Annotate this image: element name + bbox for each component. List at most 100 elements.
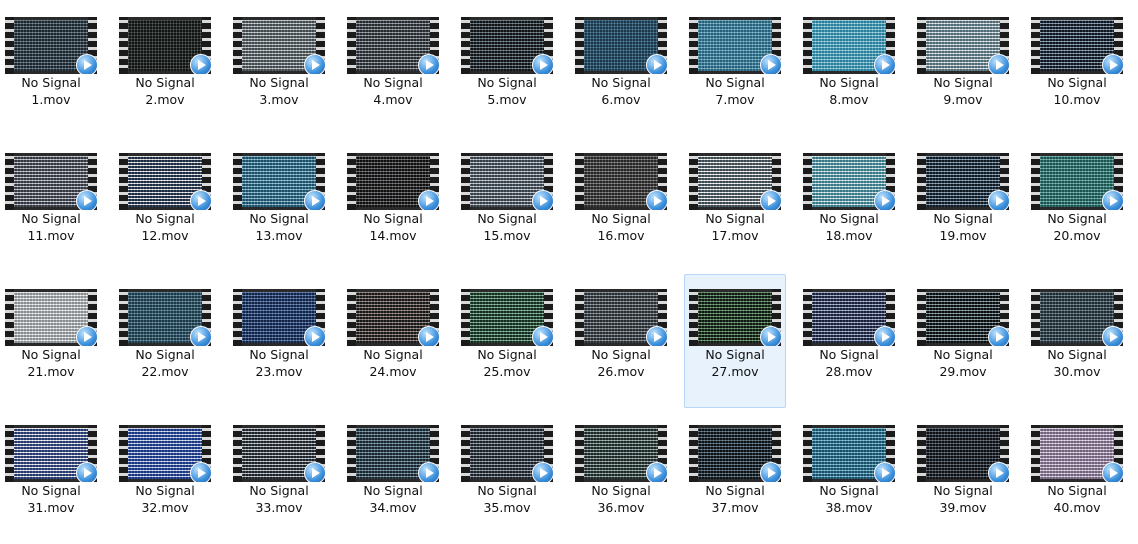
file-item[interactable]: No Signal 28.mov: [798, 274, 900, 408]
file-item[interactable]: No Signal 1.mov: [0, 2, 102, 136]
file-item[interactable]: No Signal 10.mov: [1026, 2, 1128, 136]
play-icon: [76, 326, 97, 346]
filmstrip-left: [803, 425, 812, 482]
file-name-line-1: No Signal: [933, 347, 993, 362]
file-item[interactable]: No Signal 40.mov: [1026, 410, 1128, 544]
file-name-line-2: 23.mov: [255, 364, 303, 379]
video-thumbnail: [1031, 153, 1123, 210]
file-item[interactable]: No Signal 11.mov: [0, 138, 102, 272]
file-name: No Signal 26.mov: [571, 346, 671, 380]
file-item[interactable]: No Signal 19.mov: [912, 138, 1014, 272]
video-thumbnail: [347, 153, 439, 210]
file-item[interactable]: No Signal 6.mov: [570, 2, 672, 136]
file-item[interactable]: No Signal 27.mov: [684, 274, 786, 408]
file-item[interactable]: No Signal 8.mov: [798, 2, 900, 136]
file-item[interactable]: No Signal 31.mov: [0, 410, 102, 544]
video-thumbnail: [119, 289, 211, 346]
play-icon: [190, 326, 211, 346]
play-icon: [988, 326, 1009, 346]
file-name-line-1: No Signal: [591, 483, 651, 498]
filmstrip-left: [689, 153, 698, 210]
file-name: No Signal 33.mov: [229, 482, 329, 516]
play-icon: [418, 190, 439, 210]
file-item[interactable]: No Signal 33.mov: [228, 410, 330, 544]
file-item[interactable]: No Signal 35.mov: [456, 410, 558, 544]
file-item[interactable]: No Signal 2.mov: [114, 2, 216, 136]
file-item[interactable]: No Signal 21.mov: [0, 274, 102, 408]
video-thumbnail: [233, 153, 325, 210]
file-name: No Signal 34.mov: [343, 482, 443, 516]
file-name: No Signal 37.mov: [685, 482, 785, 516]
file-name-line-1: No Signal: [1047, 211, 1107, 226]
file-item[interactable]: No Signal 4.mov: [342, 2, 444, 136]
play-icon: [304, 190, 325, 210]
file-item[interactable]: No Signal 7.mov: [684, 2, 786, 136]
file-item[interactable]: No Signal 23.mov: [228, 274, 330, 408]
play-icon: [760, 190, 781, 210]
file-name: No Signal 7.mov: [685, 74, 785, 108]
file-name-line-2: 15.mov: [483, 228, 531, 243]
filmstrip-left: [689, 17, 698, 74]
file-name-line-2: 16.mov: [597, 228, 645, 243]
file-item[interactable]: No Signal 9.mov: [912, 2, 1014, 136]
file-item[interactable]: No Signal 37.mov: [684, 410, 786, 544]
file-item[interactable]: No Signal 29.mov: [912, 274, 1014, 408]
file-item[interactable]: No Signal 16.mov: [570, 138, 672, 272]
file-item[interactable]: No Signal 17.mov: [684, 138, 786, 272]
file-item[interactable]: No Signal 39.mov: [912, 410, 1014, 544]
file-item[interactable]: No Signal 5.mov: [456, 2, 558, 136]
file-name: No Signal 25.mov: [457, 346, 557, 380]
file-name-line-2: 17.mov: [711, 228, 759, 243]
file-item[interactable]: No Signal 26.mov: [570, 274, 672, 408]
file-name-line-2: 22.mov: [141, 364, 189, 379]
file-item[interactable]: No Signal 22.mov: [114, 274, 216, 408]
file-item[interactable]: No Signal 32.mov: [114, 410, 216, 544]
file-grid: No Signal 1.mov No Signal 2.mov No Signal 3.m…: [0, 0, 1138, 515]
file-name-line-1: No Signal: [477, 483, 537, 498]
file-item[interactable]: No Signal 24.mov: [342, 274, 444, 408]
file-item[interactable]: No Signal 20.mov: [1026, 138, 1128, 272]
file-item[interactable]: No Signal 3.mov: [228, 2, 330, 136]
file-name: No Signal 18.mov: [799, 210, 899, 244]
file-item[interactable]: No Signal 14.mov: [342, 138, 444, 272]
file-name-line-1: No Signal: [477, 211, 537, 226]
video-thumbnail: [461, 289, 553, 346]
file-name-line-2: 24.mov: [369, 364, 417, 379]
file-item[interactable]: No Signal 25.mov: [456, 274, 558, 408]
file-name: No Signal 1.mov: [1, 74, 101, 108]
file-item[interactable]: No Signal 13.mov: [228, 138, 330, 272]
filmstrip-left: [575, 153, 584, 210]
file-name: No Signal 10.mov: [1027, 74, 1127, 108]
filmstrip-left: [233, 289, 242, 346]
file-item[interactable]: No Signal 36.mov: [570, 410, 672, 544]
file-name-line-2: 14.mov: [369, 228, 417, 243]
file-item[interactable]: No Signal 15.mov: [456, 138, 558, 272]
video-thumbnail: [5, 17, 97, 74]
filmstrip-left: [347, 289, 356, 346]
file-item[interactable]: No Signal 34.mov: [342, 410, 444, 544]
file-name-line-2: 39.mov: [939, 500, 987, 515]
file-item[interactable]: No Signal 18.mov: [798, 138, 900, 272]
file-name: No Signal 27.mov: [685, 346, 785, 380]
video-thumbnail: [1031, 425, 1123, 482]
filmstrip-left: [233, 17, 242, 74]
file-name-line-1: No Signal: [705, 211, 765, 226]
file-item[interactable]: No Signal 12.mov: [114, 138, 216, 272]
file-name-line-1: No Signal: [21, 483, 81, 498]
filmstrip-left: [803, 153, 812, 210]
file-name: No Signal 9.mov: [913, 74, 1013, 108]
play-icon: [532, 54, 553, 74]
play-icon: [418, 54, 439, 74]
file-item[interactable]: No Signal 38.mov: [798, 410, 900, 544]
video-thumbnail: [233, 17, 325, 74]
video-thumbnail: [803, 289, 895, 346]
video-thumbnail: [575, 153, 667, 210]
video-thumbnail: [689, 289, 781, 346]
file-name-line-2: 36.mov: [597, 500, 645, 515]
file-name-line-2: 13.mov: [255, 228, 303, 243]
file-name-line-2: 30.mov: [1053, 364, 1101, 379]
filmstrip-left: [1031, 153, 1040, 210]
file-item[interactable]: No Signal 30.mov: [1026, 274, 1128, 408]
file-name-line-1: No Signal: [249, 483, 309, 498]
filmstrip-left: [917, 289, 926, 346]
